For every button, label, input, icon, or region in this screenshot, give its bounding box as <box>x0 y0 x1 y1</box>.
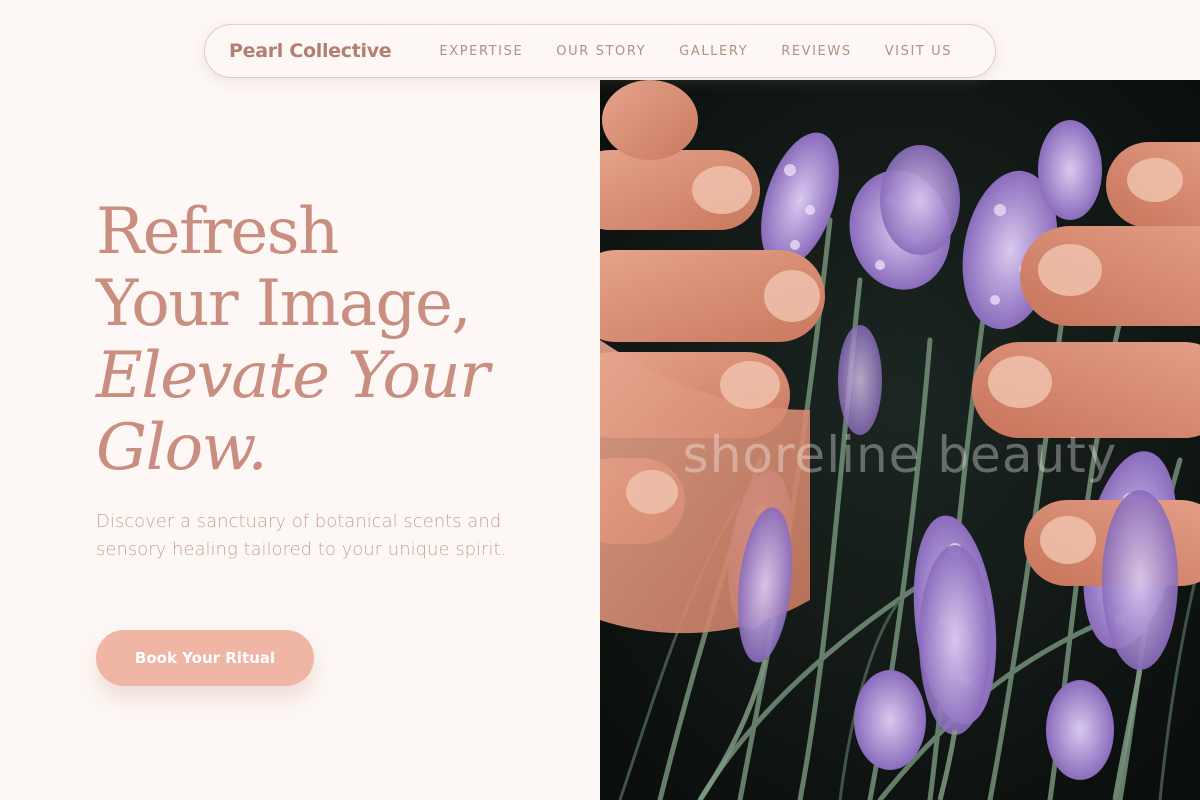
hero-image-lavender-hands: shoreline beauty <box>600 80 1200 800</box>
headline-line-2: Your Image, <box>96 267 472 341</box>
nav-link-reviews[interactable]: REVIEWS <box>781 40 852 63</box>
nav-link-our-story[interactable]: OUR STORY <box>556 40 646 63</box>
lavender-illustration <box>600 80 1200 800</box>
hero-headline: Refresh Your Image, Elevate Your Glow. <box>96 196 576 484</box>
hero-section: Refresh Your Image, Elevate Your Glow. D… <box>96 196 576 564</box>
headline-line-4: Glow. <box>96 411 268 485</box>
nav-link-expertise[interactable]: EXPERTISE <box>439 40 523 63</box>
nav-links: EXPERTISE OUR STORY GALLERY REVIEWS VISI… <box>439 40 952 63</box>
book-ritual-button[interactable]: Book Your Ritual <box>96 630 314 686</box>
top-navigation: Pearl Collective EXPERTISE OUR STORY GAL… <box>204 24 996 78</box>
headline-line-3: Elevate Your <box>96 339 490 413</box>
headline-line-1: Refresh <box>96 195 339 269</box>
nav-link-gallery[interactable]: GALLERY <box>679 40 748 63</box>
nav-link-visit-us[interactable]: VISIT US <box>885 40 952 63</box>
brand-logo[interactable]: Pearl Collective <box>229 40 392 62</box>
hero-subtext: Discover a sanctuary of botanical scents… <box>96 511 507 560</box>
